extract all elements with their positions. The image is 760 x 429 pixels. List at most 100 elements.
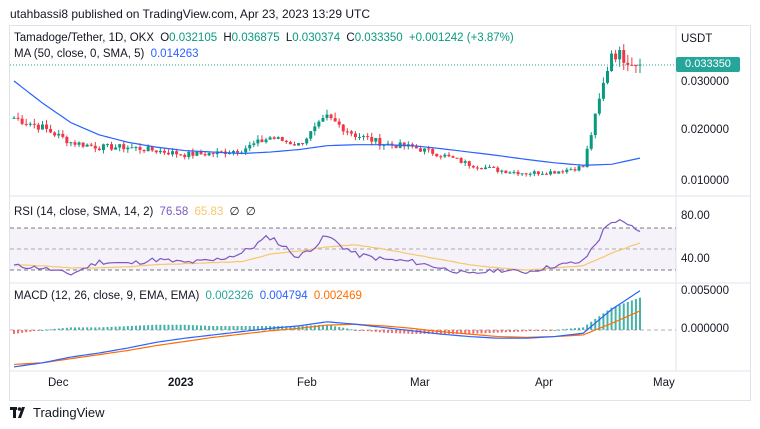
time-label-may: May — [653, 377, 675, 389]
macd-histogram-bar — [228, 326, 231, 330]
candle-body — [577, 166, 581, 171]
candle-body — [114, 147, 118, 150]
macd-histogram-bar — [21, 330, 24, 333]
macd-histogram-bar — [639, 297, 641, 330]
macd-histogram-bar — [151, 324, 154, 330]
candle-body — [479, 168, 483, 170]
candle-body — [260, 139, 264, 143]
candle-body — [40, 124, 44, 130]
candle-body — [447, 154, 451, 157]
macd-histogram-bar — [102, 327, 105, 330]
macd-histogram-bar — [391, 330, 394, 333]
candlestick-series — [12, 44, 642, 177]
tradingview-brand[interactable]: TradingView — [10, 405, 105, 420]
macd-histogram-bar — [13, 330, 15, 334]
macd-histogram-bar — [354, 330, 357, 331]
rsi-legend-label[interactable]: RSI (14, close, SMA, 14, 2) — [14, 206, 153, 218]
rsi-ma-legend-value: 65.83 — [194, 206, 224, 218]
candle-body — [431, 148, 435, 154]
symbol-label[interactable]: Tamadoge/Tether, 1D, OKX — [14, 32, 154, 44]
candle-body — [536, 171, 540, 175]
candle-body — [301, 143, 305, 145]
candle-body — [618, 50, 622, 60]
tradingview-logo-icon — [10, 407, 25, 418]
macd-histogram-bar — [561, 329, 564, 331]
brand-label: TradingView — [33, 405, 105, 420]
candle-body — [28, 123, 32, 125]
macd-legend-label[interactable]: MACD (12, 26, close, 9, EMA, EMA) — [14, 290, 199, 302]
macd-histogram-bar — [537, 330, 540, 331]
macd-histogram-bar — [29, 330, 32, 332]
macd-histogram-bar — [167, 324, 170, 330]
macd-histogram-bar — [521, 330, 524, 332]
macd-histogram-bar — [382, 330, 385, 333]
macd-histogram-bar — [232, 326, 235, 330]
macd-histogram-bar — [330, 325, 333, 330]
candle-body — [634, 65, 638, 67]
macd-legend-macd: 0.002326 — [205, 290, 254, 302]
price-tick-2: 0.020000 — [681, 124, 729, 136]
candle-body — [557, 171, 561, 174]
macd-tick-1: 0.005000 — [681, 285, 729, 297]
rsi-legend: RSI (14, close, SMA, 14, 2) 76.58 65.83 … — [14, 204, 259, 218]
macd-histogram-bar — [557, 329, 560, 331]
candle-body — [32, 123, 36, 125]
candle-body — [565, 169, 569, 173]
macd-histogram-bar — [179, 324, 182, 330]
currency-label: USDT — [681, 33, 713, 45]
candle-body — [309, 131, 313, 139]
candle-body — [130, 147, 134, 149]
candle-body — [244, 148, 248, 153]
candle-body — [77, 142, 81, 145]
macd-histogram-bar — [122, 326, 125, 330]
macd-histogram-bar — [183, 324, 186, 330]
candle-body — [207, 153, 211, 156]
candle-body — [138, 147, 142, 151]
candle-body — [57, 133, 61, 136]
time-label-2023: 2023 — [168, 377, 194, 389]
low-value: 0.030374 — [292, 32, 341, 44]
ma-line — [13, 80, 641, 166]
candle-body — [256, 139, 260, 144]
candle-body — [516, 171, 520, 175]
macd-histogram-bar — [220, 326, 223, 330]
macd-histogram-bar — [155, 324, 158, 330]
candle-body — [53, 132, 57, 136]
macd-histogram-bar — [45, 329, 48, 331]
macd-histogram-bar — [98, 327, 101, 330]
candle-body — [199, 151, 203, 155]
close-label: C — [346, 32, 355, 44]
candle-body — [179, 154, 183, 156]
macd-histogram-bar — [374, 330, 377, 332]
macd-histogram-bar — [17, 330, 20, 334]
macd-histogram-bar — [578, 327, 581, 330]
price-tick-1: 0.030000 — [681, 76, 729, 88]
macd-histogram-bar — [143, 325, 146, 330]
macd-histogram-bar — [517, 330, 520, 332]
candle-body — [126, 147, 130, 150]
macd-histogram-bar — [594, 318, 597, 330]
macd-histogram-bar — [195, 325, 198, 330]
candle-body — [630, 64, 634, 66]
candle-body — [561, 171, 565, 173]
open-label: O — [160, 32, 170, 44]
candle-body — [248, 144, 252, 149]
macd-histogram-bar — [553, 330, 556, 331]
candle-body — [573, 169, 577, 171]
rsi-legend-value: 76.58 — [159, 206, 189, 218]
candle-body — [276, 137, 280, 139]
ma-legend-label[interactable]: MA (50, close, 0, SMA, 5) — [14, 48, 144, 60]
candle-body — [610, 53, 614, 72]
macd-histogram-bar — [175, 324, 178, 330]
macd-histogram-bar — [395, 330, 398, 334]
candle-body — [329, 114, 333, 119]
candle-body — [520, 173, 524, 175]
candle-body — [333, 118, 337, 122]
macd-histogram-bar — [484, 330, 487, 334]
macd-histogram-bar — [69, 327, 72, 330]
ma-legend-value: 0.014263 — [150, 48, 199, 60]
candle-body — [146, 146, 150, 152]
candle-body — [65, 136, 69, 144]
candle-body — [370, 136, 374, 142]
macd-histogram-bar — [569, 328, 572, 330]
